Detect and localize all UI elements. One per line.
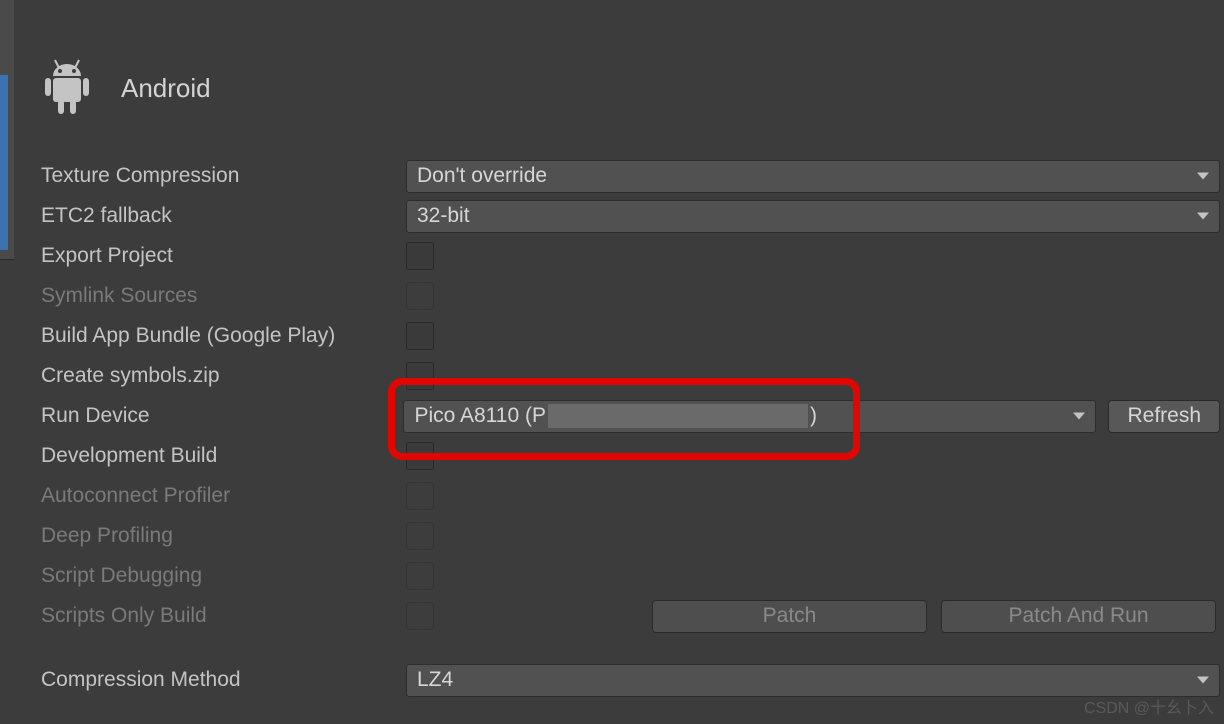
patch-and-run-button: Patch And Run — [941, 600, 1216, 633]
refresh-button[interactable]: Refresh — [1108, 400, 1220, 433]
autoconnect-profiler-label: Autoconnect Profiler — [41, 484, 406, 508]
scripts-only-build-checkbox — [406, 602, 434, 630]
android-icon — [41, 58, 93, 118]
run-device-dropdown[interactable]: Pico A8110 (P) — [403, 400, 1096, 433]
watermark: CSDN @十幺卜入 — [1084, 694, 1214, 718]
deep-profiling-label: Deep Profiling — [41, 524, 406, 548]
export-project-label: Export Project — [41, 244, 406, 268]
script-debugging-checkbox — [406, 562, 434, 590]
side-tab-active-indicator — [0, 75, 8, 250]
texture-compression-label: Texture Compression — [41, 164, 406, 188]
run-device-label: Run Device — [41, 404, 403, 428]
android-settings-panel: Android Texture Compression Don't overri… — [14, 0, 1224, 724]
etc2-fallback-value: 32-bit — [417, 204, 470, 228]
build-app-bundle-checkbox[interactable] — [406, 322, 434, 350]
compression-method-dropdown[interactable]: LZ4 — [406, 664, 1220, 697]
texture-compression-dropdown[interactable]: Don't override — [406, 160, 1220, 193]
autoconnect-profiler-checkbox — [406, 482, 434, 510]
compression-method-label: Compression Method — [41, 668, 406, 692]
redacted-text — [548, 404, 808, 428]
platform-title: Android — [121, 73, 211, 104]
symlink-sources-label: Symlink Sources — [41, 284, 406, 308]
export-project-checkbox[interactable] — [406, 242, 434, 270]
texture-compression-value: Don't override — [417, 164, 547, 188]
chevron-down-icon — [1197, 213, 1209, 220]
run-device-value: Pico A8110 (P) — [414, 404, 817, 428]
patch-button: Patch — [652, 600, 927, 633]
chevron-down-icon — [1073, 413, 1085, 420]
development-build-checkbox[interactable] — [406, 442, 434, 470]
script-debugging-label: Script Debugging — [41, 564, 406, 588]
chevron-down-icon — [1197, 677, 1209, 684]
create-symbols-checkbox[interactable] — [406, 362, 434, 390]
etc2-fallback-label: ETC2 fallback — [41, 204, 406, 228]
etc2-fallback-dropdown[interactable]: 32-bit — [406, 200, 1220, 233]
development-build-label: Development Build — [41, 444, 406, 468]
platform-header: Android — [41, 58, 1224, 118]
symlink-sources-checkbox — [406, 282, 434, 310]
create-symbols-label: Create symbols.zip — [41, 364, 406, 388]
deep-profiling-checkbox — [406, 522, 434, 550]
build-app-bundle-label: Build App Bundle (Google Play) — [41, 324, 406, 348]
scripts-only-build-label: Scripts Only Build — [41, 604, 406, 628]
chevron-down-icon — [1197, 173, 1209, 180]
compression-method-value: LZ4 — [417, 668, 453, 692]
